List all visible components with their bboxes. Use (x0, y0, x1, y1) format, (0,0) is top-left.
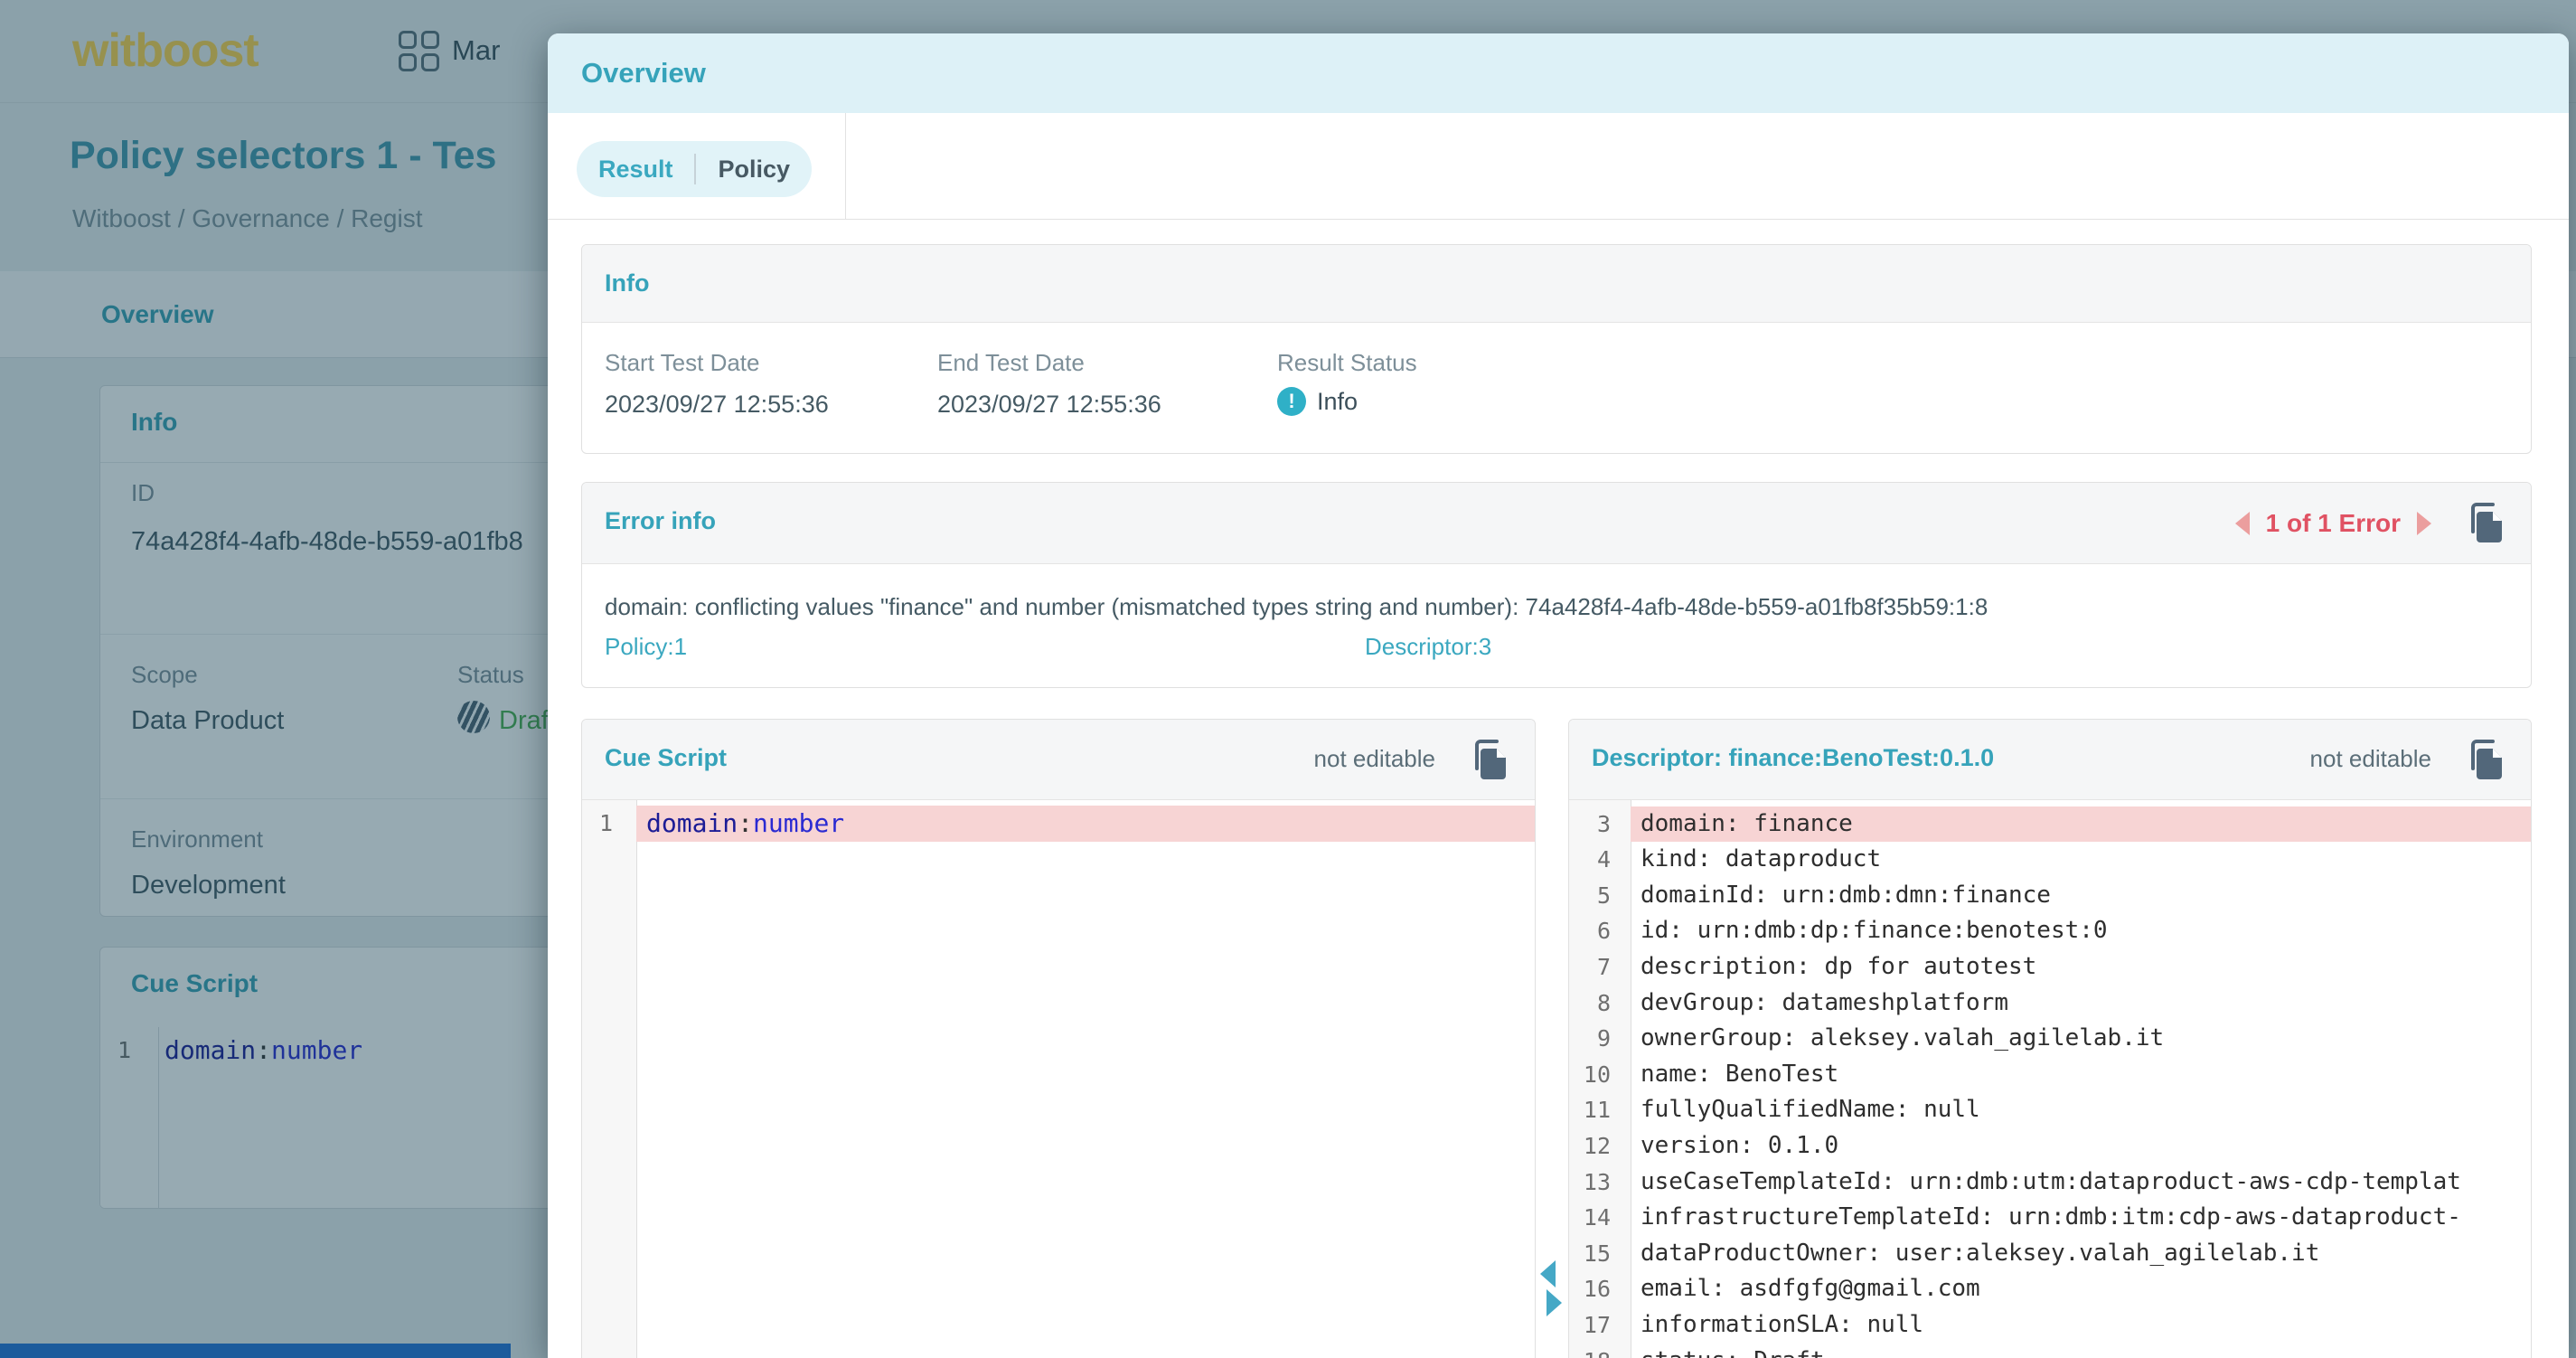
code-line: 6id: urn:dmb:dp:finance:benotest:0 (1569, 913, 2531, 949)
line-number: 11 (1569, 1092, 1631, 1128)
error-pagination: 1 of 1 Error (2266, 509, 2401, 538)
start-test-date-value: 2023/09/27 12:55:36 (605, 391, 829, 419)
line-number: 10 (1569, 1057, 1631, 1093)
collapse-right-icon[interactable] (1547, 1289, 1562, 1316)
descriptor-link[interactable]: Descriptor:3 (1365, 633, 1491, 661)
code-line: 10name: BenoTest (1569, 1057, 2531, 1093)
line-number: 13 (1569, 1165, 1631, 1201)
result-status-label: Result Status (1277, 349, 1417, 377)
code-line: 1domain:number (582, 806, 1535, 842)
cue-not-editable-badge: not editable (1314, 745, 1435, 773)
code-text: informationSLA: null (1631, 1307, 2531, 1344)
descriptor-editor[interactable]: _ _ _3domain: finance4kind: dataproduct5… (1569, 800, 2531, 1358)
panel-resize-handle[interactable] (1538, 1260, 1569, 1324)
code-line: 15dataProductOwner: user:aleksey.valah_a… (1569, 1236, 2531, 1272)
descriptor-not-editable-badge: not editable (2310, 745, 2431, 773)
code-text: version: 0.1.0 (1631, 1128, 2531, 1165)
line-number: 4 (1569, 842, 1631, 878)
tab-result[interactable]: Result (598, 156, 673, 184)
tabs-row-divider (845, 113, 846, 219)
line-number: 16 (1569, 1271, 1631, 1307)
code-text: domain: finance (1631, 806, 2531, 843)
policy-link[interactable]: Policy:1 (605, 633, 687, 661)
tab-separator (694, 154, 696, 184)
code-text: fullyQualifiedName: null (1631, 1092, 2531, 1128)
line-number: 1 (582, 806, 636, 842)
code-line: 9ownerGroup: aleksey.valah_agilelab.it (1569, 1021, 2531, 1057)
modal-body: Info Start Test Date 2023/09/27 12:55:36… (548, 219, 2569, 1358)
code-line: 16email: asdfgfg@gmail.com (1569, 1271, 2531, 1307)
code-line: 11fullyQualifiedName: null (1569, 1092, 2531, 1128)
line-number: 6 (1569, 913, 1631, 949)
next-error-icon[interactable] (2417, 512, 2431, 535)
tab-policy[interactable]: Policy (718, 156, 790, 184)
error-message: domain: conflicting values "finance" and… (605, 593, 1988, 621)
modal-info-card: Info Start Test Date 2023/09/27 12:55:36… (581, 244, 2532, 454)
code-text: name: BenoTest (1631, 1057, 2531, 1093)
code-text: description: dp for autotest (1631, 949, 2531, 985)
code-text: domainId: urn:dmb:dmn:finance (1631, 878, 2531, 914)
code-line: 3domain: finance (1569, 806, 2531, 843)
code-line: 13useCaseTemplateId: urn:dmb:utm:datapro… (1569, 1165, 2531, 1201)
copy-cue-script-icon[interactable] (1468, 738, 1511, 781)
code-text: ownerGroup: aleksey.valah_agilelab.it (1631, 1021, 2531, 1057)
modal-header: Overview (548, 33, 2569, 114)
code-text: devGroup: datameshplatform (1631, 985, 2531, 1022)
code-text: kind: dataproduct (1631, 842, 2531, 878)
code-text: _ _ _ (1631, 800, 2531, 806)
result-policy-toggle: Result Policy (577, 141, 812, 197)
previous-error-icon[interactable] (2235, 512, 2250, 535)
code-line: 12version: 0.1.0 (1569, 1128, 2531, 1165)
collapse-left-icon[interactable] (1540, 1260, 1556, 1287)
cue-script-editor[interactable]: 1domain:number (582, 800, 1535, 1358)
code-line: 8devGroup: datameshplatform (1569, 985, 2531, 1022)
descriptor-title: Descriptor: finance:BenoTest:0.1.0 (1592, 744, 1994, 772)
test-result-modal: Overview Result Policy Info Start Test D… (548, 33, 2569, 1358)
line-number: 18 (1569, 1344, 1631, 1358)
line-number: 8 (1569, 985, 1631, 1022)
code-line: _ _ _ (1569, 800, 2531, 806)
copy-descriptor-icon[interactable] (2464, 738, 2507, 781)
line-number: 7 (1569, 949, 1631, 985)
line-number: 17 (1569, 1307, 1631, 1344)
code-text: infrastructureTemplateId: urn:dmb:itm:cd… (1631, 1200, 2531, 1236)
line-number: 14 (1569, 1200, 1631, 1236)
code-line: 4kind: dataproduct (1569, 842, 2531, 878)
modal-title: Overview (581, 57, 706, 90)
line-number: 5 (1569, 878, 1631, 914)
start-test-date-label: Start Test Date (605, 349, 760, 377)
info-status-icon: ! (1277, 387, 1306, 416)
line-number: 15 (1569, 1236, 1631, 1272)
line-number (1569, 800, 1631, 806)
modal-info-title: Info (605, 269, 649, 297)
error-info-card: Error info 1 of 1 Error domain: conflict… (581, 482, 2532, 688)
code-text: id: urn:dmb:dp:finance:benotest:0 (1631, 913, 2531, 949)
code-text: dataProductOwner: user:aleksey.valah_agi… (1631, 1236, 2531, 1272)
code-text: status: Draft (1631, 1344, 2531, 1358)
copy-error-icon[interactable] (2464, 501, 2507, 544)
result-status-field: Result Status ! Info (1277, 322, 1603, 453)
code-line: 14infrastructureTemplateId: urn:dmb:itm:… (1569, 1200, 2531, 1236)
code-text: domain:number (636, 806, 1535, 842)
result-status-value: Info (1317, 388, 1358, 416)
code-line: 18status: Draft (1569, 1344, 2531, 1358)
code-line: 17informationSLA: null (1569, 1307, 2531, 1344)
end-test-date-field: End Test Date 2023/09/27 12:55:36 (937, 322, 1263, 453)
end-test-date-value: 2023/09/27 12:55:36 (937, 391, 1161, 419)
code-line: 7description: dp for autotest (1569, 949, 2531, 985)
cue-script-title: Cue Script (605, 744, 727, 772)
end-test-date-label: End Test Date (937, 349, 1085, 377)
cue-script-panel: Cue Script not editable 1domain:number (581, 719, 1536, 1358)
modal-tabs-row: Result Policy (548, 113, 2569, 220)
start-test-date-field: Start Test Date 2023/09/27 12:55:36 (605, 322, 930, 453)
error-info-title: Error info (605, 507, 716, 535)
descriptor-panel: Descriptor: finance:BenoTest:0.1.0 not e… (1568, 719, 2532, 1358)
line-number: 9 (1569, 1021, 1631, 1057)
code-line: 5domainId: urn:dmb:dmn:finance (1569, 878, 2531, 914)
code-text: email: asdfgfg@gmail.com (1631, 1271, 2531, 1307)
line-number: 12 (1569, 1128, 1631, 1165)
line-number: 3 (1569, 806, 1631, 843)
code-text: useCaseTemplateId: urn:dmb:utm:dataprodu… (1631, 1165, 2531, 1201)
